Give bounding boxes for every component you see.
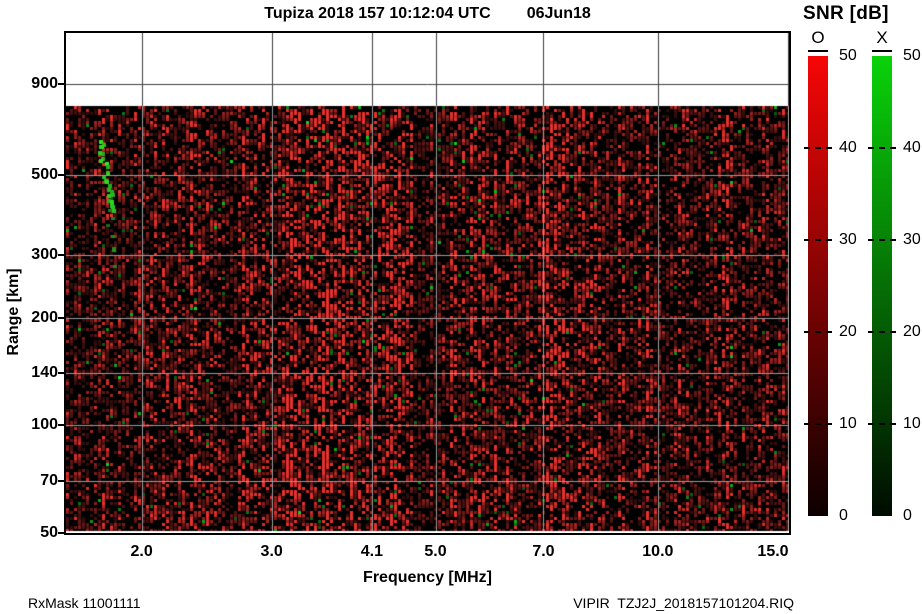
x-tick-label: 2.0 xyxy=(130,543,153,560)
y-tick-mark xyxy=(58,479,66,482)
colorbar-tick-label: 40 xyxy=(903,139,921,156)
y-tick-label: 900 xyxy=(31,75,58,93)
colorbar-tick-label: 50 xyxy=(839,47,857,64)
colorbar-x-label: X xyxy=(872,28,892,52)
rxmask-status-text: RxMask 11001111 xyxy=(28,595,141,611)
y-tick-label: 500 xyxy=(31,166,58,184)
colorbar-tick-label: 0 xyxy=(839,507,848,524)
ionogram-figure: Tupiza 2018 157 10:12:04 UTC 06Jun18 SNR … xyxy=(0,0,922,614)
colorbar-tick-dash xyxy=(804,423,832,425)
colorbar-tick-dash xyxy=(804,147,832,149)
colorbar-tick-dash xyxy=(804,239,832,241)
colorbar-x xyxy=(872,56,892,516)
colorbar-tick-label: 20 xyxy=(903,323,921,340)
colorbar-tick-label: 30 xyxy=(903,231,921,248)
colorbar-o-label: O xyxy=(808,28,828,52)
y-tick-mark xyxy=(58,424,66,427)
x-tick-label: 10.0 xyxy=(642,543,674,560)
colorbar-tick-dash xyxy=(868,423,896,425)
y-tick-mark xyxy=(58,174,66,177)
y-tick-label: 200 xyxy=(31,308,58,326)
y-tick-mark xyxy=(58,532,66,534)
colorbar-tick-dash xyxy=(804,331,832,333)
y-tick-label: 140 xyxy=(31,364,58,382)
y-tick-mark xyxy=(58,83,66,86)
x-axis-label: Frequency [MHz] xyxy=(363,569,492,586)
colorbar-tick-dash xyxy=(868,147,896,149)
x-tick-label: 7.0 xyxy=(532,543,555,560)
colorbar-title: SNR [dB] xyxy=(803,3,889,24)
colorbar-tick-label: 50 xyxy=(903,47,921,64)
colorbar-tick-dash xyxy=(868,239,896,241)
plot-frame xyxy=(64,31,791,535)
y-tick-label: 50 xyxy=(40,524,58,541)
ionogram-heatmap-canvas xyxy=(66,33,789,533)
y-tick-mark xyxy=(58,253,66,256)
colorbar-o xyxy=(808,56,828,516)
y-tick-mark xyxy=(58,316,66,319)
y-tick-label: 300 xyxy=(31,245,58,263)
x-tick-label: 15.0 xyxy=(757,543,789,560)
y-tick-label: 70 xyxy=(40,471,58,489)
x-tick-label: 4.1 xyxy=(360,543,383,560)
colorbar-tick-label: 0 xyxy=(903,507,912,524)
plot-date: 06Jun18 xyxy=(526,5,591,22)
title-row: Tupiza 2018 157 10:12:04 UTC 06Jun18 xyxy=(66,5,789,23)
plot-title: Tupiza 2018 157 10:12:04 UTC xyxy=(264,5,491,22)
source-filename-text: VIPIR TZJ2J_2018157101204.RIQ xyxy=(573,595,794,611)
colorbar-tick-dash xyxy=(868,331,896,333)
x-tick-label: 3.0 xyxy=(260,543,283,560)
x-tick-label: 5.0 xyxy=(424,543,447,560)
y-tick-label: 100 xyxy=(31,416,58,434)
colorbar-tick-label: 10 xyxy=(903,415,921,432)
y-tick-mark xyxy=(58,372,66,375)
